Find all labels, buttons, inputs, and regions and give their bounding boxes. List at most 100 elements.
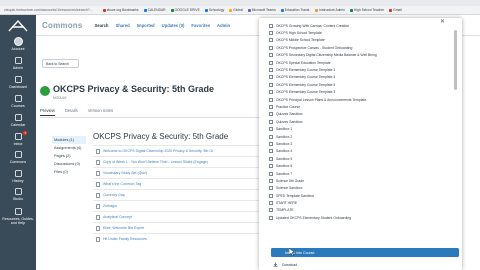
course-checkbox[interactable]	[269, 38, 273, 43]
course-checkbox[interactable]	[269, 193, 273, 198]
import-into-course-button[interactable]: Import into Course	[271, 248, 459, 257]
course-option[interactable]: OKCPS Special Education Template	[269, 59, 457, 66]
close-icon[interactable]: ✕	[440, 18, 448, 26]
panel-scrollbar[interactable]	[454, 30, 457, 90]
course-option[interactable]: OKCPS High School Template	[269, 29, 457, 36]
course-checkbox[interactable]	[269, 178, 273, 183]
course-checkbox[interactable]	[269, 31, 273, 36]
nav-item-calendar[interactable]: Calendar	[0, 113, 36, 127]
list-item[interactable]: Welcome to OKCPS Digital Citizenship 202…	[93, 145, 271, 156]
course-checkbox[interactable]	[269, 215, 273, 220]
course-option[interactable]: OKCPS Elementary Course Template 3	[269, 89, 457, 96]
course-option[interactable]: Updated OKCPS Elementary Student Onboard…	[269, 214, 457, 221]
course-option[interactable]: OKCPS Growing With Canvas: Content Creat…	[269, 22, 457, 29]
course-option[interactable]: Science 5th Grade	[269, 177, 457, 184]
tab-imported[interactable]: Imported	[137, 23, 155, 28]
course-checkbox[interactable]	[269, 60, 273, 65]
course-option[interactable]: Sandbox 7	[269, 170, 457, 177]
nav-item-resources[interactable]: Resources, Guides, and Help	[0, 207, 36, 225]
course-checkbox[interactable]	[269, 112, 273, 117]
course-option[interactable]: OKCPS Elementary Course Template 5	[269, 81, 457, 88]
course-option[interactable]: Sandbox 3	[269, 140, 457, 147]
course-checkbox[interactable]	[269, 141, 273, 146]
tab-favorites[interactable]: Favorites	[191, 23, 210, 28]
tab-version[interactable]: Version notes	[88, 108, 113, 116]
course-option[interactable]: Sandbox 6	[269, 162, 457, 169]
course-option[interactable]: Sandbox 2	[269, 133, 457, 140]
course-checkbox[interactable]	[269, 171, 273, 176]
nav-item-commons[interactable]: Commons	[0, 150, 36, 164]
course-checkbox[interactable]	[269, 104, 273, 109]
bookmark-item[interactable]: Education Transl.	[280, 8, 310, 12]
list-item[interactable]: Analytical Concept	[93, 211, 271, 222]
list-item[interactable]: Copy of Week 1 - You Won't Believe This!…	[93, 156, 271, 167]
course-checkbox[interactable]	[269, 90, 273, 95]
course-checkbox[interactable]	[269, 53, 273, 58]
course-checkbox[interactable]	[269, 68, 273, 73]
tab-details[interactable]: Details	[65, 108, 78, 116]
course-checkbox[interactable]	[269, 164, 273, 169]
bookmark-item[interactable]: Instructure Admin	[315, 8, 345, 12]
tab-admin[interactable]: Admin	[217, 23, 230, 28]
bookmark-item[interactable]: Global	[229, 8, 243, 12]
list-item[interactable]: Elixir, Welcome Bot Expert	[93, 222, 271, 233]
list-item[interactable]: Zurbagin	[93, 200, 271, 211]
bookmark-item[interactable]: Gmail	[389, 8, 402, 12]
course-option[interactable]: OKCPS Secondary Digital Citizenship Medi…	[269, 52, 457, 59]
course-checkbox[interactable]	[269, 149, 273, 154]
left-nav-item[interactable]: Modules (1)	[52, 136, 86, 144]
download-button[interactable]: Download	[273, 262, 297, 267]
tab-shared[interactable]: Shared	[115, 23, 129, 28]
course-checkbox[interactable]	[269, 134, 273, 139]
course-option[interactable]: OKCPS Elementary Course Template 4	[269, 74, 457, 81]
course-checkbox[interactable]	[269, 82, 273, 87]
course-checkbox[interactable]	[269, 119, 273, 124]
bookmark-item[interactable]: Microsoft Teams	[247, 8, 276, 12]
course-option[interactable]: OKCPS Prospective Canvas - Student Onboa…	[269, 44, 457, 51]
course-checkbox[interactable]	[269, 127, 273, 132]
bookmark-item[interactable]: GOOGLE DRIVE	[170, 8, 200, 12]
left-nav-item[interactable]: Pages (2)	[52, 152, 86, 160]
course-checkbox[interactable]	[269, 97, 273, 102]
course-option[interactable]: Science Sandbox	[269, 185, 457, 192]
course-checkbox[interactable]	[269, 201, 273, 206]
address-bar[interactable]: ctsquic.instructure.com/accounts/1/resou…	[4, 8, 93, 12]
course-option[interactable]: OKCPS Principal Lesson Plans & Announcem…	[269, 96, 457, 103]
bookmark-item[interactable]: Schoology	[204, 8, 224, 12]
back-to-search-button[interactable]: Back to Search	[42, 59, 79, 68]
course-option[interactable]: Sandbox 4	[269, 148, 457, 155]
left-nav-item[interactable]: Files (0)	[52, 168, 86, 176]
bookmark-item[interactable]: CALENDAR	[143, 8, 166, 12]
course-option[interactable]: Sandbox 1	[269, 125, 457, 132]
course-option[interactable]: OKCPS Middle School Template	[269, 37, 457, 44]
course-checkbox[interactable]	[269, 186, 273, 191]
course-option[interactable]: Sandbox 5	[269, 155, 457, 162]
nav-item-admin[interactable]: Admin	[0, 56, 36, 70]
course-option[interactable]: Quizzes Sandbox	[269, 118, 457, 125]
tab-search[interactable]: Search	[95, 23, 109, 28]
tab-updates[interactable]: Updates (0)	[162, 23, 185, 28]
nav-item-account[interactable]: Account	[0, 37, 36, 51]
list-item[interactable]: Vocabulary Study Set (Quiz)	[93, 167, 271, 178]
course-checkbox[interactable]	[269, 23, 273, 28]
course-checkbox[interactable]	[269, 156, 273, 161]
list-item[interactable]: Hit Under Family Resources	[93, 233, 271, 244]
nav-item-courses[interactable]: Courses	[0, 94, 36, 108]
course-option[interactable]: OKCPS Elementary Course Template 1	[269, 66, 457, 73]
left-nav-item[interactable]: Discussions (0)	[52, 160, 86, 168]
list-item[interactable]: What's the Common Tag	[93, 178, 271, 189]
bookmark-item[interactable]: High School Teacher	[349, 8, 384, 12]
course-option[interactable]: Quizzes Sandbox	[269, 111, 457, 118]
course-checkbox[interactable]	[269, 45, 273, 50]
nav-item-dashboard[interactable]: Dashboard	[0, 75, 36, 89]
tab-preview[interactable]: Preview	[40, 108, 55, 116]
left-nav-item[interactable]: Assignments (4)	[52, 144, 86, 152]
bookmark-item[interactable]: ekuce.org Bookmarks	[102, 8, 139, 12]
course-option[interactable]: SPED Template Sandbox	[269, 192, 457, 199]
nav-item-history[interactable]: History	[0, 169, 36, 183]
course-option[interactable]: Practice Course	[269, 103, 457, 110]
nav-item-inbox[interactable]: Inbox 7	[0, 131, 36, 146]
course-option[interactable]: START HERE	[269, 199, 457, 206]
course-option[interactable]: TEMPLATE	[269, 207, 457, 214]
course-checkbox[interactable]	[269, 75, 273, 80]
